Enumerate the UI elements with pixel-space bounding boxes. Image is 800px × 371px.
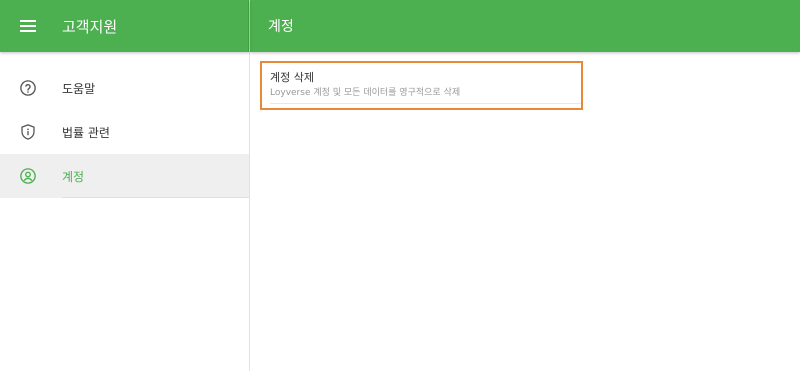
account-circle-icon	[20, 168, 36, 184]
sidebar-nav: 도움말 법률 관련 계정	[0, 66, 249, 198]
sidebar-item-account[interactable]: 계정	[0, 154, 249, 198]
sidebar: 고객지원 도움말 법률 관련 계정	[0, 0, 250, 371]
divider	[270, 103, 581, 104]
delete-account-description: Loyverse 계정 및 모든 데이터를 영구적으로 삭제	[270, 88, 461, 98]
help-circle-icon	[20, 80, 36, 96]
main-header: 계정	[250, 0, 800, 52]
app-window: 고객지원 도움말 법률 관련 계정 계정 계정 삭제 Loyverse 계정 및…	[0, 0, 800, 371]
sidebar-header: 고객지원	[0, 0, 249, 52]
sidebar-item-label: 법률 관련	[62, 125, 110, 140]
sidebar-item-legal[interactable]: 법률 관련	[0, 110, 249, 154]
shield-info-icon	[21, 124, 35, 140]
sidebar-item-help[interactable]: 도움말	[0, 66, 249, 110]
sidebar-item-label: 도움말	[62, 81, 96, 96]
sidebar-item-label: 계정	[62, 169, 85, 184]
main-content: 계정 삭제 Loyverse 계정 및 모든 데이터를 영구적으로 삭제	[250, 52, 800, 371]
divider	[62, 197, 249, 198]
menu-button[interactable]	[0, 0, 56, 52]
delete-account-title: 계정 삭제	[270, 71, 314, 84]
page-title: 계정	[268, 19, 294, 35]
delete-account-item[interactable]: 계정 삭제 Loyverse 계정 및 모든 데이터를 영구적으로 삭제	[260, 61, 583, 110]
sidebar-title: 고객지원	[62, 17, 118, 36]
hamburger-menu-icon	[20, 20, 36, 32]
